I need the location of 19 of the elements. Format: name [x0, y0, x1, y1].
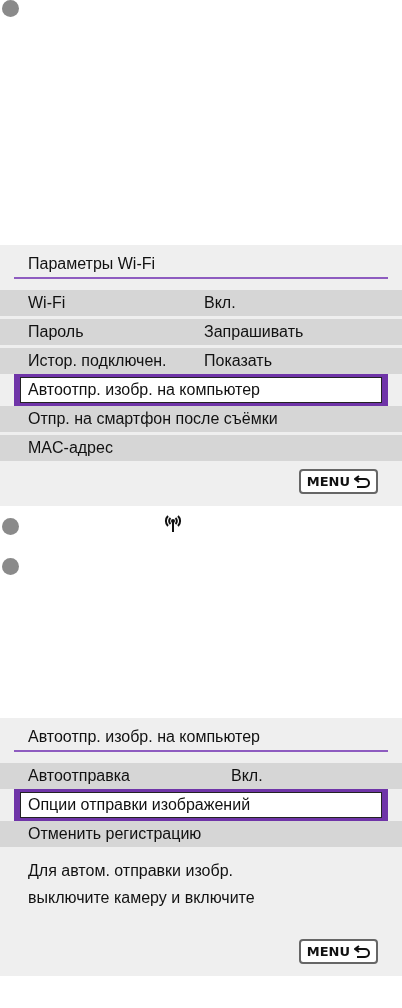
menu-back-button[interactable]: MENU: [298, 939, 378, 964]
menu-item[interactable]: Отпр. на смартфон после съёмки: [0, 406, 402, 432]
bullet-icon: [2, 557, 19, 575]
bullet-icon: [2, 0, 19, 17]
menu-item[interactable]: Истор. подключен. Показать: [0, 348, 402, 374]
menu-item[interactable]: Wi-Fi Вкл.: [0, 290, 402, 316]
menu-item[interactable]: MAC-адрес: [0, 435, 402, 461]
screen-title: Автоотпр. изобр. на компьютер: [27, 728, 261, 747]
return-arrow-icon: [354, 944, 370, 959]
bullet-icon: [2, 517, 19, 535]
menu-item[interactable]: Пароль Запрашивать: [0, 319, 402, 345]
screen-title: Параметры Wi-Fi: [27, 255, 157, 274]
menu-item[interactable]: Автоотправка Вкл.: [0, 763, 402, 789]
wireless-icon: [163, 514, 183, 532]
message-text: выключите камеру и включите: [28, 888, 256, 908]
menu-back-button[interactable]: MENU: [298, 469, 378, 494]
message-text: Для автом. отправки изобр.: [28, 861, 234, 881]
menu-item[interactable]: Отменить регистрацию: [0, 821, 402, 847]
return-arrow-icon: [354, 474, 370, 489]
